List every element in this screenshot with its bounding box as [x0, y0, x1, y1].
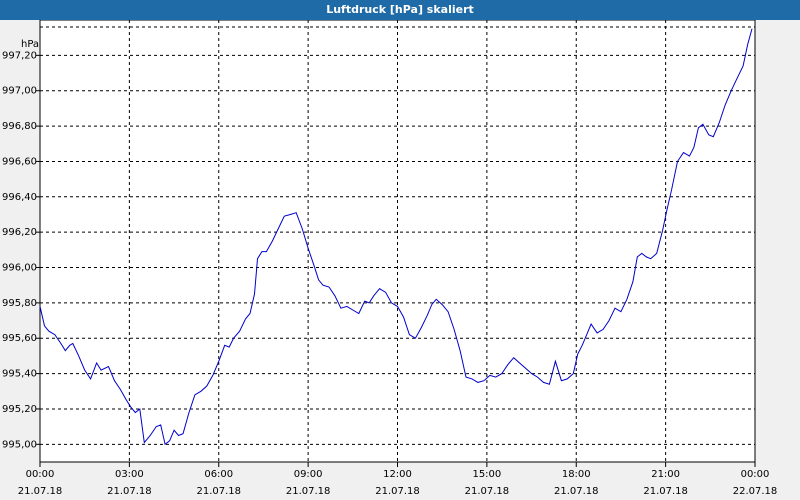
y-axis-unit-label: hPa: [21, 39, 39, 50]
x-tick-time-label: 21:00: [651, 469, 680, 480]
x-tick-date-label: 21.07.18: [18, 486, 63, 497]
y-tick-label: 996,80: [2, 121, 37, 132]
y-tick-label: 996,00: [2, 263, 37, 274]
x-tick-date-label: 22.07.18: [733, 486, 778, 497]
x-axis-ticks: 00:00 21.07.18 03:00 21.07.18 06:00 21.07.18 0…: [18, 462, 778, 497]
y-tick-label: 995,00: [2, 439, 37, 450]
x-tick-time-label: 06:00: [204, 469, 233, 480]
y-tick-label: 996,60: [2, 156, 37, 167]
x-tick-date-label: 21.07.18: [196, 486, 241, 497]
x-tick-time-label: 15:00: [472, 469, 501, 480]
y-tick-label: 995,60: [2, 333, 37, 344]
x-tick-time-label: 18:00: [562, 469, 591, 480]
x-tick-date-label: 21.07.18: [554, 486, 599, 497]
y-tick-label: 995,40: [2, 369, 37, 380]
y-tick-label: 997,20: [2, 50, 37, 61]
x-tick-date-label: 21.07.18: [465, 486, 510, 497]
y-tick-label: 997,00: [2, 86, 37, 97]
x-tick-time-label: 12:00: [383, 469, 412, 480]
x-tick-time-label: 03:00: [115, 469, 144, 480]
window-title: Luftdruck [hPa] skaliert: [0, 0, 800, 20]
x-tick-time-label: 09:00: [294, 469, 323, 480]
y-tick-label: 996,20: [2, 227, 37, 238]
x-tick-date-label: 21.07.18: [643, 486, 688, 497]
y-tick-label: 995,80: [2, 298, 37, 309]
x-tick-date-label: 21.07.18: [375, 486, 420, 497]
x-tick-time-label: 00:00: [26, 469, 55, 480]
x-tick-date-label: 21.07.18: [286, 486, 331, 497]
y-tick-label: 996,40: [2, 192, 37, 203]
x-tick-date-label: 21.07.18: [107, 486, 152, 497]
x-tick-time-label: 00:00: [741, 469, 770, 480]
y-axis-ticks: 995,00 995,20 995,40 995,60 995,80 996,00 996,…: [2, 50, 40, 450]
y-tick-label: 995,20: [2, 404, 37, 415]
line-chart: 995,00 995,20 995,40 995,60 995,80 996,00 996,…: [2, 20, 778, 497]
